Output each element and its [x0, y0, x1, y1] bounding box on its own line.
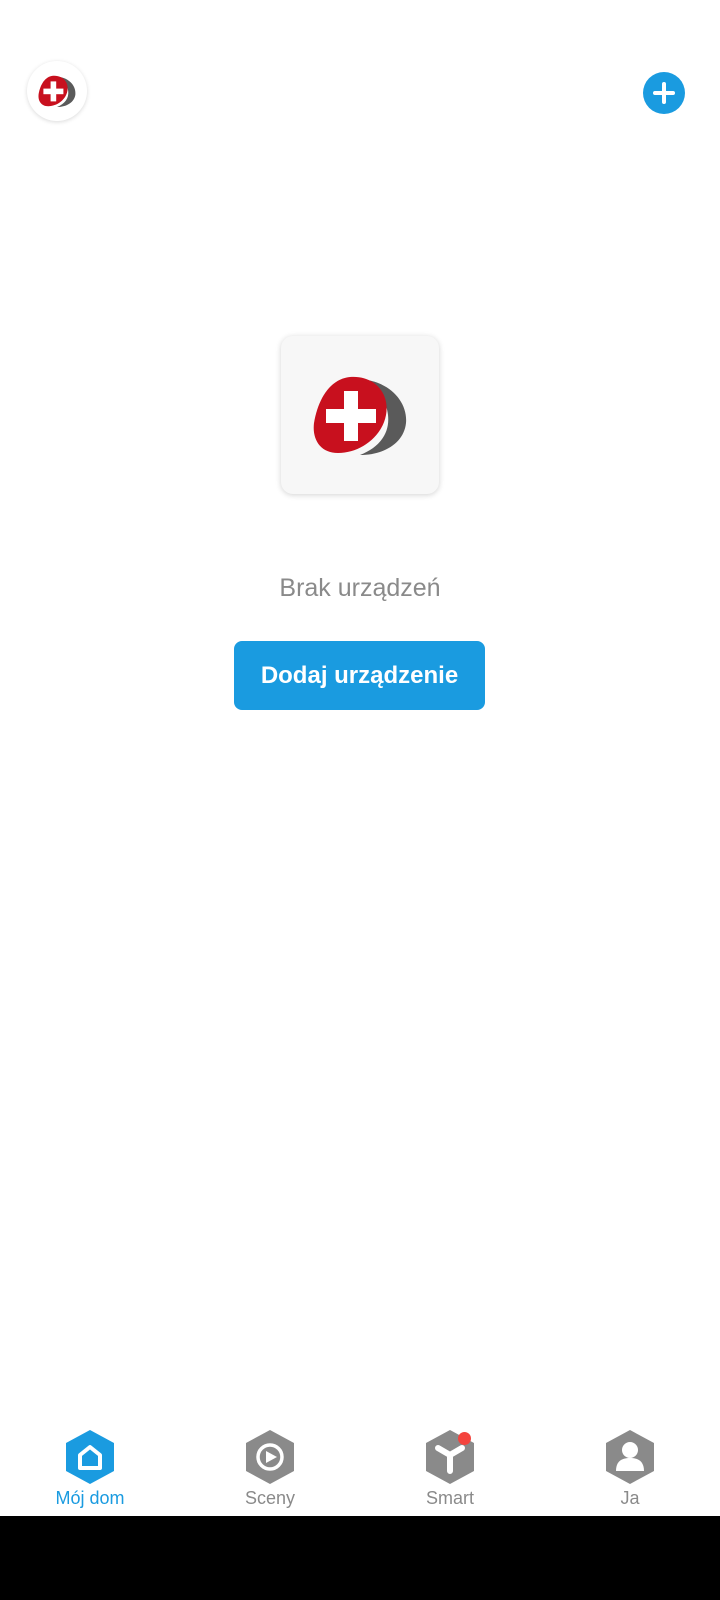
- empty-state-logo: [281, 336, 439, 494]
- plus-icon: [653, 82, 675, 104]
- tab-label: Sceny: [244, 1488, 296, 1508]
- add-device-primary-button[interactable]: Dodaj urządzenie: [234, 641, 485, 710]
- tab-me[interactable]: Ja: [540, 1410, 720, 1516]
- tab-smart[interactable]: Smart: [360, 1410, 540, 1516]
- tab-label: Ja: [620, 1488, 640, 1508]
- notification-badge: [458, 1432, 471, 1445]
- tab-my-home[interactable]: Mój dom: [0, 1410, 180, 1516]
- home-icon: [63, 1428, 117, 1486]
- brand-logo-avatar[interactable]: [27, 61, 87, 121]
- bottom-tab-bar: Mój dom Sceny Smart Ja: [0, 1410, 720, 1516]
- add-device-button[interactable]: [643, 72, 685, 114]
- smart-icon: [423, 1428, 477, 1486]
- no-devices-message: Brak urządzeń: [279, 574, 441, 602]
- tab-scenes[interactable]: Sceny: [180, 1410, 360, 1516]
- profile-icon: [603, 1428, 657, 1486]
- tab-label: Mój dom: [55, 1488, 125, 1508]
- system-navigation-bar: [0, 1516, 720, 1600]
- scenes-icon: [243, 1428, 297, 1486]
- brand-cross-logo-icon: [313, 376, 407, 455]
- brand-cross-logo-icon: [38, 75, 76, 107]
- tab-label: Smart: [425, 1488, 474, 1508]
